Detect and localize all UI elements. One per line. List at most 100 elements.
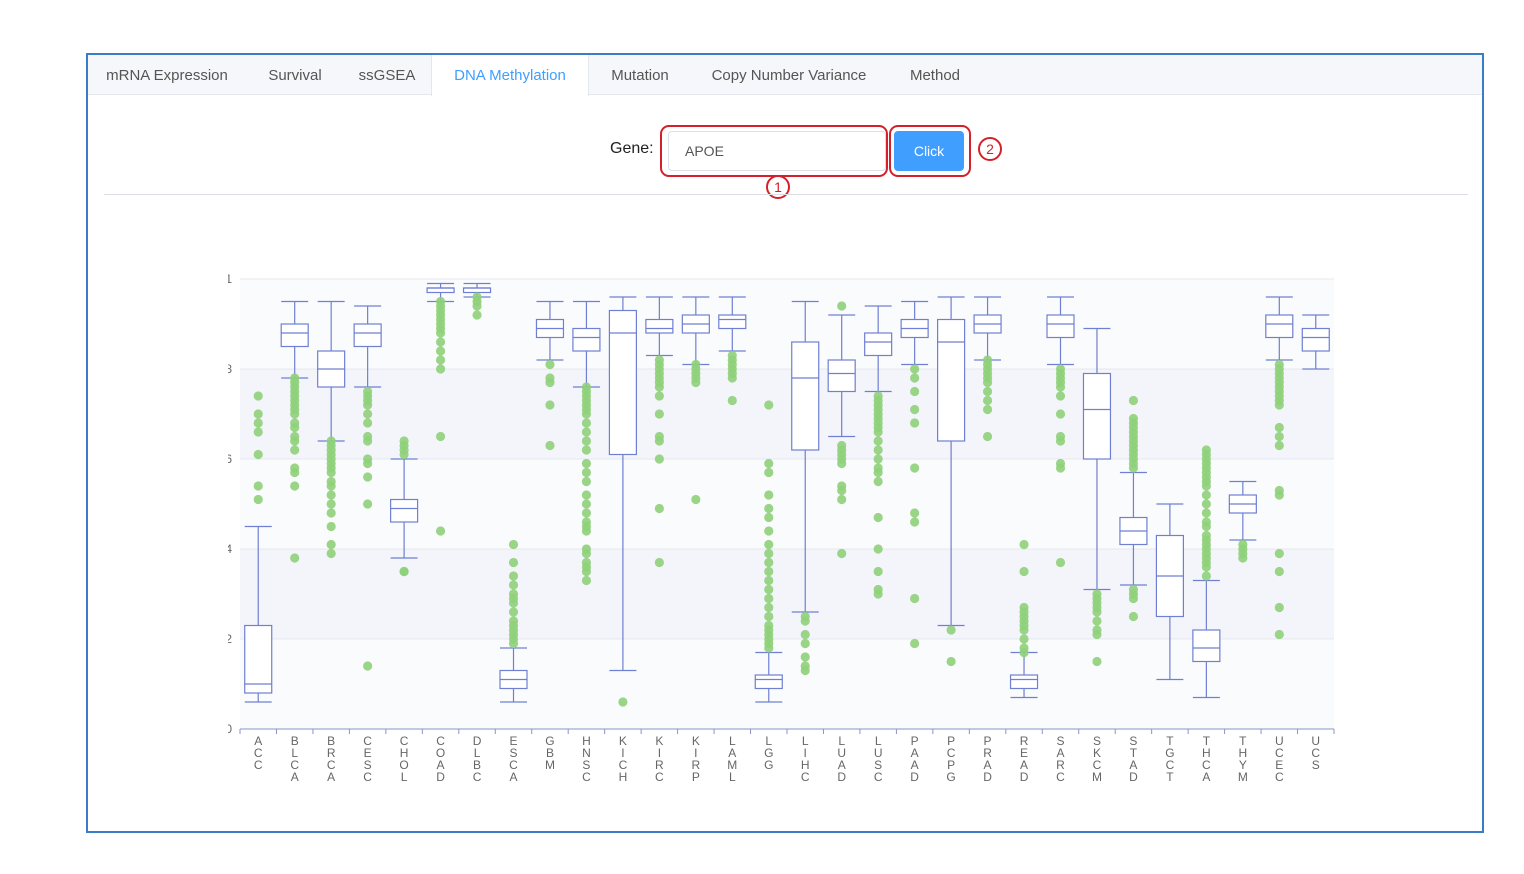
outlier-point xyxy=(873,436,883,446)
outlier-point xyxy=(727,350,737,361)
x-tick-label: COAD xyxy=(436,734,445,784)
outlier-point xyxy=(691,359,701,370)
outlier-point xyxy=(1201,499,1211,509)
outlier-point xyxy=(1274,359,1284,370)
outlier-point xyxy=(1019,634,1029,644)
tab-survival[interactable]: Survival xyxy=(246,55,344,95)
outlier-point xyxy=(800,611,810,622)
outlier-point xyxy=(1274,422,1284,433)
x-tick-label: CHOL xyxy=(399,734,408,784)
tab-mrna-expression[interactable]: mRNA Expression xyxy=(88,55,246,95)
outlier-point xyxy=(654,409,664,419)
outlier-point xyxy=(581,517,592,527)
outlier-point xyxy=(581,499,592,509)
x-tick-label: PRAD xyxy=(983,734,992,784)
outlier-point xyxy=(1128,413,1139,424)
x-tick-label: UCS xyxy=(1311,734,1320,772)
outlier-point xyxy=(910,386,920,397)
outlier-point xyxy=(1128,395,1139,406)
outlier-point xyxy=(326,476,336,487)
tab-copy-number-variance[interactable]: Copy Number Variance xyxy=(691,55,887,95)
outlier-point xyxy=(435,431,446,442)
outlier-point xyxy=(873,463,883,473)
outlier-point xyxy=(545,359,555,370)
tab-mutation[interactable]: Mutation xyxy=(589,55,691,95)
y-tick-label: 0 xyxy=(228,722,232,736)
box-lihc xyxy=(791,341,820,451)
x-tick-label: TGCT xyxy=(1165,734,1174,784)
outlier-point xyxy=(290,373,300,383)
outlier-point xyxy=(508,580,519,590)
outlier-point xyxy=(946,625,956,635)
box-read xyxy=(1009,674,1039,690)
outlier-point xyxy=(800,652,810,662)
outlier-point xyxy=(363,499,373,509)
x-tick-label: LGG xyxy=(764,734,773,772)
outlier-point xyxy=(654,355,664,365)
box-laml xyxy=(718,314,747,330)
outlier-point xyxy=(618,697,628,707)
outlier-point xyxy=(1274,485,1284,496)
outlier-point xyxy=(982,355,993,365)
outlier-point xyxy=(363,418,373,428)
outlier-point xyxy=(581,508,592,518)
outlier-point xyxy=(691,494,701,505)
outlier-point xyxy=(910,517,920,527)
outlier-point xyxy=(873,512,883,523)
outlier-point xyxy=(253,481,263,491)
outlier-point xyxy=(764,620,774,631)
outlier-point xyxy=(508,571,519,581)
outlier-point xyxy=(1092,656,1102,667)
box-sarc xyxy=(1046,314,1075,339)
outlier-point xyxy=(1274,440,1284,451)
box-ucs xyxy=(1301,327,1330,352)
outlier-point xyxy=(910,364,920,374)
tab-dna-methylation[interactable]: DNA Methylation xyxy=(431,55,589,96)
outlier-point xyxy=(363,472,373,482)
outlier-point xyxy=(1274,602,1284,613)
outlier-point xyxy=(399,566,409,577)
outlier-point xyxy=(1055,391,1066,401)
box-luad xyxy=(827,359,856,393)
outlier-point xyxy=(982,386,993,397)
outlier-point xyxy=(727,395,737,406)
box-thca xyxy=(1192,629,1221,663)
y-tick-label: 0.4 xyxy=(228,542,232,556)
outlier-point xyxy=(326,499,336,509)
outlier-point xyxy=(1201,508,1211,518)
outlier-point xyxy=(508,607,519,617)
box-chol xyxy=(390,498,419,523)
outlier-point xyxy=(764,400,774,410)
outlier-point xyxy=(508,539,519,550)
tab-panel: mRNA Expression Survival ssGSEA DNA Meth… xyxy=(86,53,1484,833)
outlier-point xyxy=(873,566,883,577)
tab-bar: mRNA Expression Survival ssGSEA DNA Meth… xyxy=(88,55,1482,96)
outlier-point xyxy=(435,337,446,347)
outlier-point xyxy=(253,409,263,419)
x-tick-label: GBM xyxy=(545,734,555,772)
outlier-point xyxy=(1019,602,1029,613)
y-tick-label: 0.2 xyxy=(228,632,232,646)
tab-ssgsea[interactable]: ssGSEA xyxy=(344,55,430,95)
outlier-point xyxy=(435,526,446,536)
outlier-point xyxy=(581,575,592,586)
outlier-point xyxy=(253,449,263,460)
outlier-point xyxy=(654,391,664,401)
outlier-point xyxy=(581,476,592,487)
y-tick-label: 1 xyxy=(228,272,232,286)
x-tick-label: LAML xyxy=(727,734,737,784)
outlier-point xyxy=(800,629,810,640)
outlier-point xyxy=(1274,548,1284,559)
outlier-point xyxy=(545,373,555,383)
annotation-marker-2: 2 xyxy=(978,137,1002,161)
outlier-point xyxy=(581,557,592,568)
outlier-point xyxy=(946,656,956,667)
highlight-box-gene-input xyxy=(660,125,888,177)
divider xyxy=(104,194,1468,195)
x-tick-label: PAAD xyxy=(910,734,919,784)
tab-method[interactable]: Method xyxy=(887,55,983,95)
x-tick-label: KIRC xyxy=(655,734,664,784)
outlier-point xyxy=(326,539,336,550)
x-tick-label: BLCA xyxy=(290,734,299,784)
outlier-point xyxy=(581,458,592,469)
